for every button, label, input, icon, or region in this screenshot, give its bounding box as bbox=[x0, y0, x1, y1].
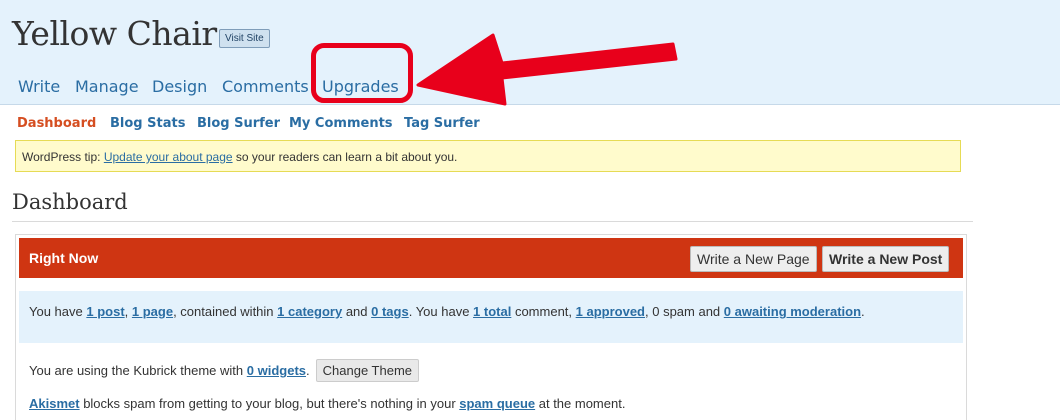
nav-write[interactable]: Write bbox=[18, 77, 60, 96]
pages-link[interactable]: 1 page bbox=[132, 304, 173, 319]
summary-text: and bbox=[342, 304, 372, 319]
right-now-header: Right Now Write a New Page Write a New P… bbox=[19, 238, 963, 278]
content-summary: You have 1 post, 1 page, contained withi… bbox=[19, 291, 963, 343]
akismet-text: blocks spam from getting to your blog, b… bbox=[79, 396, 460, 411]
summary-text: , bbox=[124, 304, 132, 319]
nav-design[interactable]: Design bbox=[152, 77, 207, 96]
total-comments-link[interactable]: 1 total bbox=[473, 304, 511, 319]
widgets-link[interactable]: 0 widgets bbox=[247, 363, 306, 378]
subnav-tag-surfer[interactable]: Tag Surfer bbox=[404, 116, 480, 131]
site-header: Yellow Chair Visit Site Write Manage Des… bbox=[0, 0, 1060, 105]
tip-suffix: so your readers can learn a bit about yo… bbox=[232, 150, 458, 164]
nav-comments[interactable]: Comments bbox=[222, 77, 309, 96]
title-divider bbox=[12, 221, 973, 222]
visit-site-button[interactable]: Visit Site bbox=[219, 29, 270, 48]
write-new-page-button[interactable]: Write a New Page bbox=[690, 246, 817, 272]
spam-queue-link[interactable]: spam queue bbox=[459, 396, 535, 411]
subnav-dashboard[interactable]: Dashboard bbox=[17, 116, 96, 131]
summary-text: . bbox=[861, 304, 865, 319]
subnav-blog-surfer[interactable]: Blog Surfer bbox=[197, 116, 280, 131]
theme-line: You are using the Kubrick theme with 0 w… bbox=[29, 359, 420, 382]
subnav-my-comments[interactable]: My Comments bbox=[289, 116, 393, 131]
nav-upgrades[interactable]: Upgrades bbox=[322, 77, 399, 96]
posts-link[interactable]: 1 post bbox=[86, 304, 124, 319]
right-now-title: Right Now bbox=[29, 250, 99, 266]
theme-text: You are using the Kubrick theme with bbox=[29, 363, 247, 378]
summary-text: . You have bbox=[408, 304, 474, 319]
nav-manage[interactable]: Manage bbox=[75, 77, 139, 96]
tip-prefix: WordPress tip: bbox=[22, 150, 104, 164]
right-now-widget: Right Now Write a New Page Write a New P… bbox=[15, 234, 967, 420]
subnav-blog-stats[interactable]: Blog Stats bbox=[110, 116, 185, 131]
akismet-text: at the moment. bbox=[535, 396, 626, 411]
categories-link[interactable]: 1 category bbox=[277, 304, 342, 319]
site-title: Yellow Chair bbox=[12, 14, 217, 53]
approved-comments-link[interactable]: 1 approved bbox=[576, 304, 645, 319]
write-new-post-button[interactable]: Write a New Post bbox=[822, 246, 950, 272]
theme-text: . bbox=[306, 363, 310, 378]
page-title: Dashboard bbox=[12, 190, 128, 214]
akismet-link[interactable]: Akismet bbox=[29, 396, 80, 411]
summary-text: comment, bbox=[511, 304, 576, 319]
wordpress-tip: WordPress tip: Update your about page so… bbox=[15, 140, 961, 172]
akismet-line: Akismet blocks spam from getting to your… bbox=[29, 396, 625, 411]
summary-text: , 0 spam and bbox=[645, 304, 724, 319]
summary-text: You have bbox=[29, 304, 87, 319]
change-theme-button[interactable]: Change Theme bbox=[315, 359, 420, 382]
awaiting-moderation-link[interactable]: 0 awaiting moderation bbox=[724, 304, 861, 319]
summary-text: , contained within bbox=[173, 304, 278, 319]
tags-link[interactable]: 0 tags bbox=[371, 304, 409, 319]
tip-link[interactable]: Update your about page bbox=[104, 150, 233, 164]
